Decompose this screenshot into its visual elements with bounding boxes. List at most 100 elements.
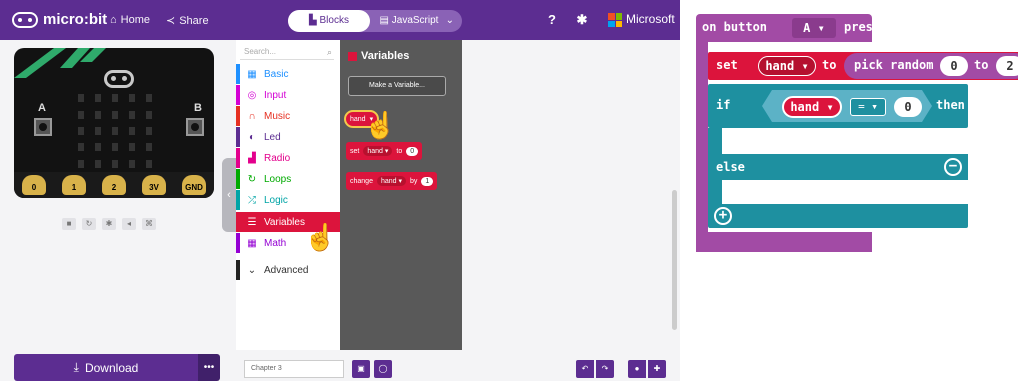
led xyxy=(129,110,136,119)
more-options-button[interactable]: ••• xyxy=(198,354,220,381)
toolbox-search-input[interactable]: Search... ⌕ xyxy=(240,46,334,60)
category-led[interactable]: ◐ Led xyxy=(236,127,340,147)
tab-javascript[interactable]: ▤ JavaScript xyxy=(374,10,444,32)
led xyxy=(146,159,153,168)
remove-else-icon[interactable]: − xyxy=(944,158,962,176)
random-to-label: to xyxy=(974,58,989,72)
category-logic[interactable]: ⤮ Logic xyxy=(236,190,340,210)
pick-random-block[interactable]: pick random 0 to 2 xyxy=(844,53,1018,79)
list-icon: ☰ xyxy=(247,216,257,228)
stop-icon[interactable]: ■ xyxy=(62,218,76,230)
category-music[interactable]: ∩ Music xyxy=(236,106,340,126)
zoom-out-icon[interactable]: ● xyxy=(628,360,646,378)
tab-javascript-label: JavaScript xyxy=(391,15,439,26)
led xyxy=(146,126,153,135)
header-bar: micro:bit ⌂ Home ≺ Share ▙ Blocks ▤ Java… xyxy=(0,0,680,40)
led xyxy=(129,94,136,103)
microbit-simulator[interactable]: A B 0 1 2 3V GND xyxy=(14,48,214,198)
tab-blocks[interactable]: ▙ Blocks xyxy=(288,10,370,32)
workspace-scrollbar[interactable] xyxy=(672,190,677,330)
mute-icon[interactable]: ◂ xyxy=(122,218,136,230)
change-variable-block[interactable]: change hand ▾ by 1 xyxy=(346,172,438,190)
set-variable-block[interactable]: set hand ▾ to pick random 0 to 2 xyxy=(708,52,1018,80)
pin-3v[interactable]: 3V xyxy=(142,175,166,195)
led xyxy=(146,110,153,119)
category-color-bar xyxy=(236,233,240,253)
if-else-block[interactable]: if hand ▾ = ▾ 0 then xyxy=(708,84,968,128)
operator-dropdown[interactable]: = ▾ xyxy=(850,98,886,116)
set-label: set xyxy=(350,147,360,155)
compare-value-input[interactable]: 0 xyxy=(894,97,922,117)
download-button[interactable]: ⤓ Download xyxy=(14,354,198,381)
category-label: Advanced xyxy=(264,264,309,276)
target-icon: ◎ xyxy=(247,89,257,101)
led xyxy=(77,94,84,103)
project-name-input[interactable]: Chapter 3 xyxy=(244,360,344,378)
chevron-down-icon: ⌄ xyxy=(247,264,257,276)
variable-reporter[interactable]: hand ▾ xyxy=(782,96,842,118)
pin-2[interactable]: 2 xyxy=(102,175,126,195)
led xyxy=(94,126,101,135)
button-dropdown[interactable]: A ▾ xyxy=(792,18,836,38)
led xyxy=(111,143,118,152)
variable-dropdown[interactable]: hand ▾ xyxy=(363,146,393,156)
variable-dropdown[interactable]: hand ▾ xyxy=(376,176,407,186)
share-button[interactable]: ≺ Share xyxy=(166,14,209,28)
github-icon[interactable]: ◯ xyxy=(374,360,392,378)
help-icon[interactable]: ? xyxy=(544,12,560,28)
zoom-in-icon[interactable]: ✚ xyxy=(648,360,666,378)
collapse-simulator-button[interactable]: ‹ xyxy=(222,158,236,232)
random-to-input[interactable]: 2 xyxy=(996,56,1018,76)
redo-icon[interactable]: ↷ xyxy=(596,360,614,378)
set-value-input[interactable]: 0 xyxy=(406,146,419,156)
variable-dropdown[interactable]: hand ▾ xyxy=(758,56,816,76)
pin-gnd[interactable]: GND xyxy=(182,175,206,195)
add-else-if-icon[interactable]: + xyxy=(714,207,732,225)
calculator-icon: ▦ xyxy=(247,237,257,249)
gear-icon[interactable]: ✱ xyxy=(574,12,590,28)
save-icon[interactable]: ▣ xyxy=(352,360,370,378)
simulator-button-b[interactable] xyxy=(186,118,204,136)
category-color-bar xyxy=(236,148,240,168)
category-color-bar xyxy=(236,106,240,126)
category-color-bar xyxy=(236,190,240,210)
make-variable-button[interactable]: Make a Variable... xyxy=(348,76,446,96)
editor-mode-toggle: ▙ Blocks ▤ JavaScript ⌄ xyxy=(288,10,462,32)
debug-icon[interactable]: ✱ xyxy=(102,218,116,230)
blocks-workspace[interactable] xyxy=(462,40,680,350)
category-color-bar xyxy=(236,64,240,84)
microbit-logo[interactable]: micro:bit xyxy=(12,11,107,28)
chevron-down-icon[interactable]: ⌄ xyxy=(446,10,454,32)
pin-1[interactable]: 1 xyxy=(62,175,86,195)
category-color-bar xyxy=(236,260,240,280)
variable-name: hand xyxy=(765,59,795,73)
home-button[interactable]: ⌂ Home xyxy=(110,14,150,26)
random-from-input[interactable]: 0 xyxy=(940,56,968,76)
on-button-pressed-block[interactable]: on button A ▾ pressed xyxy=(696,14,895,42)
category-input[interactable]: ◎ Input xyxy=(236,85,340,105)
restart-icon[interactable]: ↻ xyxy=(82,218,96,230)
microsoft-brand[interactable]: Microsoft xyxy=(626,12,675,26)
category-label: Music xyxy=(264,110,291,122)
category-radio[interactable]: ▟ Radio xyxy=(236,148,340,168)
category-color-bar xyxy=(236,127,240,147)
to-label: to xyxy=(396,147,403,155)
fullscreen-icon[interactable]: ⌘ xyxy=(142,218,156,230)
category-advanced[interactable]: ⌄ Advanced xyxy=(236,260,340,280)
simulator-button-a[interactable] xyxy=(34,118,52,136)
search-icon: ⌕ xyxy=(326,47,332,57)
category-label: Basic xyxy=(264,68,289,80)
category-basic[interactable]: ▦ Basic xyxy=(236,64,340,84)
share-label: Share xyxy=(179,14,209,27)
javascript-icon: ▤ xyxy=(379,15,392,26)
change-value-input[interactable]: 1 xyxy=(421,176,434,186)
category-loops[interactable]: ↻ Loops xyxy=(236,169,340,189)
else-section: else − xyxy=(708,154,968,180)
set-variable-block[interactable]: set hand ▾ to 0 xyxy=(346,142,423,160)
pin-0[interactable]: 0 xyxy=(22,175,46,195)
if-label: if xyxy=(716,98,731,112)
led xyxy=(94,143,101,152)
led xyxy=(94,110,101,119)
undo-icon[interactable]: ↶ xyxy=(576,360,594,378)
hand-pointer-icon: ☝ xyxy=(303,222,337,253)
